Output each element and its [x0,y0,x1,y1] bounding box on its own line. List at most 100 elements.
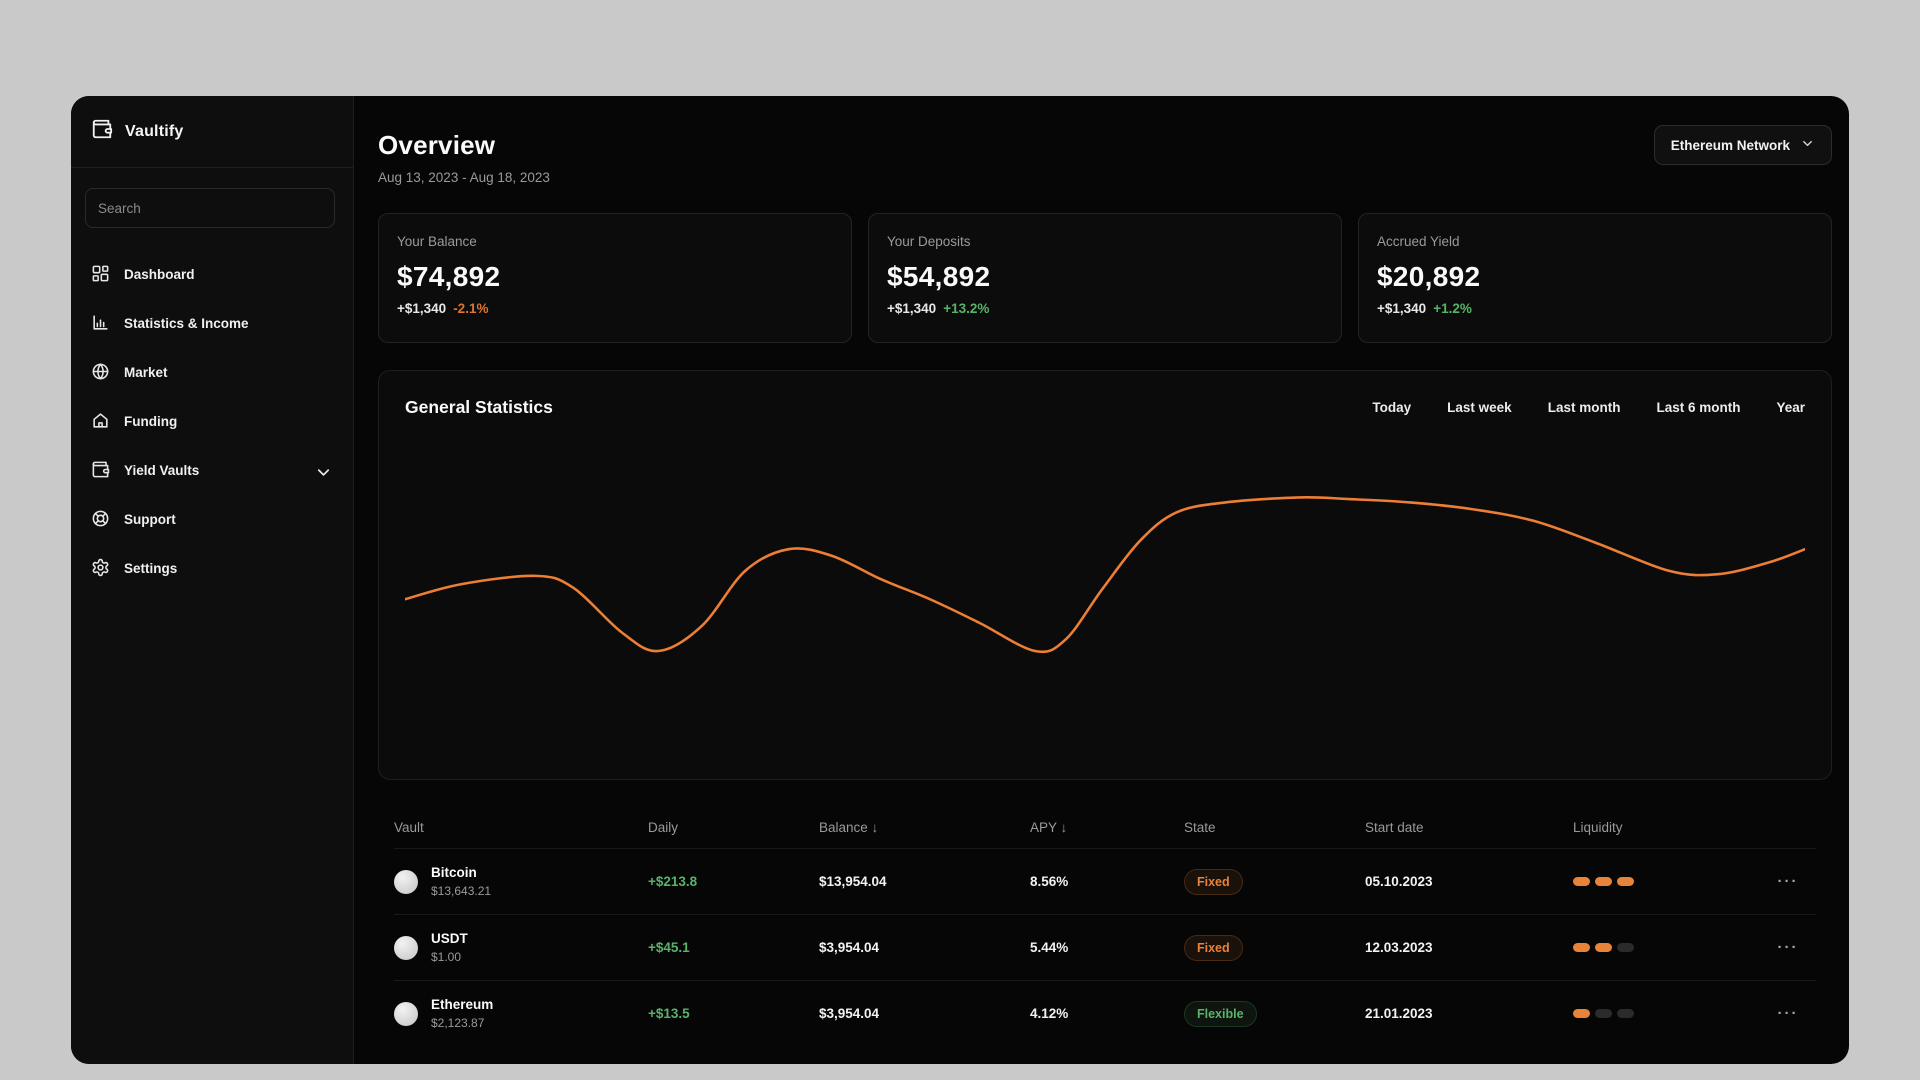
liquidity-indicator [1573,877,1760,886]
sidebar-item-label: Support [124,512,176,527]
vault-name: Ethereum [431,997,494,1012]
vault-name: USDT [431,931,468,946]
state-badge: Fixed [1184,868,1243,895]
search-box [85,188,335,228]
stat-card-label: Your Balance [397,234,477,249]
wallet-logo-icon [91,118,113,145]
chevron-down-icon[interactable] [314,463,330,478]
search-input[interactable] [85,188,335,228]
col-apy-sort[interactable]: APY ↓ [1030,820,1184,835]
sidebar-item-label: Funding [124,414,178,429]
sidebar-nav: Dashboard Statistics & Income Market Fun… [71,250,353,593]
start-date: 21.01.2023 [1365,1006,1433,1021]
stat-card-value: $74,892 [397,261,501,292]
stat-card-change: +$1,340 [887,301,937,316]
filter-last-week[interactable]: Last week [1447,400,1512,415]
state-badge: Fixed [1184,934,1243,961]
sidebar-item-market[interactable]: Market [71,348,353,397]
sidebar-item-label: Dashboard [124,267,195,282]
app-title: Vaultify [125,122,184,140]
stat-card-deposits: Your Deposits $54,892 +$1,340 +13.2% [868,213,1342,343]
sidebar-item-label: Market [124,365,168,380]
bar-chart-icon [91,313,110,335]
col-start-date[interactable]: Start date [1365,820,1573,835]
lifebuoy-icon [91,509,110,531]
filter-last-6-month[interactable]: Last 6 month [1656,400,1740,415]
sidebar: Vaultify Dashboard Statistics & Income M… [71,96,354,1064]
state-badge: Flexible [1184,1000,1257,1027]
wallet-icon [91,460,110,482]
daily-change: +$13.5 [648,1006,690,1021]
main-content: Overview Aug 13, 2023 - Aug 18, 2023 Eth… [354,96,1849,1064]
apy-value: 4.12% [1030,1006,1069,1021]
liquidity-indicator [1573,1009,1760,1018]
sidebar-item-label: Yield Vaults [124,463,200,478]
time-filters: Today Last week Last month Last 6 month … [1372,400,1805,415]
table-header: Vault Daily Balance ↓ APY ↓ State Start … [394,806,1816,848]
filter-year[interactable]: Year [1776,400,1805,415]
sidebar-item-funding[interactable]: Funding [71,397,353,446]
vault-name: Bitcoin [431,865,477,880]
apy-value: 5.44% [1030,940,1069,955]
vault-price: $13,643.21 [431,884,492,898]
balance-value: $3,954.04 [819,940,880,955]
row-menu-button[interactable]: ··· [1760,873,1816,890]
table-row-bitcoin[interactable]: Bitcoin $13,643.21 +$213.8 $13,954.04 8.… [394,848,1816,914]
statistics-title: General Statistics [405,397,553,417]
stat-card-value: $54,892 [887,261,991,292]
sidebar-item-label: Settings [124,561,178,576]
page-title: Overview [378,130,496,160]
stat-card-change-pct: -2.1% [453,301,489,316]
balance-value: $13,954.04 [819,874,887,889]
network-selector-label: Ethereum Network [1670,137,1790,153]
vault-price: $1.00 [431,950,462,964]
stat-card-yield: Accrued Yield $20,892 +$1,340 +1.2% [1358,213,1832,343]
stat-card-change-pct: +13.2% [943,301,990,316]
liquidity-indicator [1573,943,1760,952]
globe-icon [91,362,110,384]
logo: Vaultify [71,96,353,168]
sidebar-item-settings[interactable]: Settings [71,544,353,593]
stat-card-change: +$1,340 [1377,301,1427,316]
filter-today[interactable]: Today [1372,400,1411,415]
col-state[interactable]: State [1184,820,1365,835]
dashboard-grid-icon [91,264,110,286]
sidebar-item-statistics-income[interactable]: Statistics & Income [71,299,353,348]
statistics-line-chart [405,449,1805,765]
stat-card-change-pct: +1.2% [1433,301,1472,316]
table-row-ethereum[interactable]: Ethereum $2,123.87 +$13.5 $3,954.04 4.12… [394,980,1816,1046]
balance-value: $3,954.04 [819,1006,880,1021]
stat-card-change: +$1,340 [397,301,447,316]
stat-card-label: Your Deposits [887,234,971,249]
sidebar-item-dashboard[interactable]: Dashboard [71,250,353,299]
col-balance-sort[interactable]: Balance ↓ [819,820,1030,835]
home-icon [91,411,110,433]
filter-last-month[interactable]: Last month [1548,400,1621,415]
bitcoin-token-icon [394,869,418,894]
daily-change: +$45.1 [648,940,690,955]
daily-change: +$213.8 [648,874,698,889]
col-daily[interactable]: Daily [648,820,819,835]
row-menu-button[interactable]: ··· [1760,1005,1816,1022]
page-header: Overview Aug 13, 2023 - Aug 18, 2023 Eth… [378,125,1832,185]
network-selector-button[interactable]: Ethereum Network [1653,125,1832,165]
sidebar-item-label: Statistics & Income [124,316,249,331]
col-vault[interactable]: Vault [394,820,648,835]
table-row-usdt[interactable]: USDT $1.00 +$45.1 $3,954.04 5.44% Fixed … [394,914,1816,980]
stat-card-value: $20,892 [1377,261,1481,292]
stat-card-balance: Your Balance $74,892 +$1,340 -2.1% [378,213,852,343]
general-statistics-card: General Statistics Today Last week Last … [378,370,1832,780]
sidebar-item-yield-vaults[interactable]: Yield Vaults [71,446,353,495]
vault-price: $2,123.87 [431,1016,485,1030]
ethereum-token-icon [394,1001,418,1026]
stat-cards: Your Balance $74,892 +$1,340 -2.1% Your … [378,213,1832,343]
date-range: Aug 13, 2023 - Aug 18, 2023 [378,170,550,185]
sidebar-item-support[interactable]: Support [71,495,353,544]
col-liquidity[interactable]: Liquidity [1573,820,1760,835]
start-date: 12.03.2023 [1365,940,1433,955]
app-window: Vaultify Dashboard Statistics & Income M… [71,96,1849,1064]
chevron-down-icon [1800,136,1815,154]
usdt-token-icon [394,935,418,960]
row-menu-button[interactable]: ··· [1760,939,1816,956]
line-chart-svg [405,495,1805,654]
